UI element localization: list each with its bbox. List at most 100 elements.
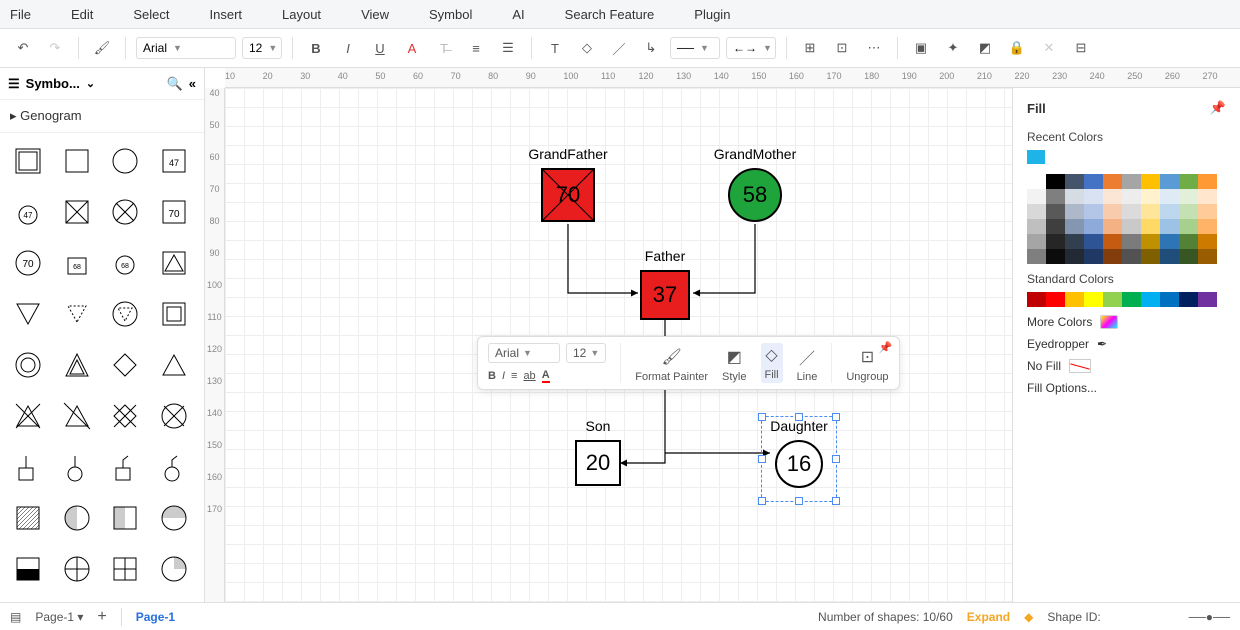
symbol[interactable] bbox=[105, 192, 145, 232]
symbol[interactable] bbox=[154, 549, 194, 589]
undo-button[interactable]: ↶ bbox=[10, 35, 36, 61]
color-swatch[interactable] bbox=[1141, 189, 1160, 204]
crop-button[interactable]: ◩ bbox=[972, 35, 998, 61]
node-grandmother[interactable]: GrandMother 58 bbox=[728, 168, 782, 222]
color-swatch[interactable] bbox=[1141, 249, 1160, 264]
frame-button[interactable]: ▣ bbox=[908, 35, 934, 61]
color-swatch[interactable] bbox=[1122, 204, 1141, 219]
format-painter-icon[interactable]: 🖌 bbox=[89, 35, 115, 61]
mini-style[interactable]: ◩Style bbox=[722, 347, 746, 383]
redo-button[interactable]: ↷ bbox=[42, 35, 68, 61]
lock-button[interactable]: 🔒 bbox=[1004, 35, 1030, 61]
color-swatch[interactable] bbox=[1046, 174, 1065, 189]
symbol[interactable] bbox=[105, 294, 145, 334]
color-swatch[interactable] bbox=[1122, 219, 1141, 234]
canvas[interactable]: GrandFather 70 GrandMother 58 Father 37 … bbox=[225, 88, 1240, 602]
mini-size-select[interactable]: 12▼ bbox=[566, 343, 606, 363]
italic-button[interactable]: I bbox=[335, 35, 361, 61]
mini-bold[interactable]: B bbox=[488, 370, 496, 382]
zoom-slider[interactable]: ──●── bbox=[1189, 610, 1230, 624]
color-swatch[interactable] bbox=[1065, 234, 1084, 249]
color-swatch[interactable] bbox=[1103, 174, 1122, 189]
menu-search[interactable]: Search Feature bbox=[565, 7, 655, 22]
color-swatch[interactable] bbox=[1084, 204, 1103, 219]
font-size-select[interactable]: 12▼ bbox=[242, 37, 282, 59]
symbol[interactable] bbox=[57, 141, 97, 181]
mini-fill[interactable]: ◇Fill bbox=[761, 343, 783, 383]
more-button[interactable]: ⋯ bbox=[861, 35, 887, 61]
color-swatch[interactable] bbox=[1027, 204, 1046, 219]
mini-fontcolor[interactable]: A bbox=[542, 369, 550, 383]
text-tool-button[interactable]: T bbox=[542, 35, 568, 61]
color-swatch[interactable] bbox=[1122, 174, 1141, 189]
color-swatch[interactable] bbox=[1103, 234, 1122, 249]
add-page-button[interactable]: + bbox=[97, 608, 106, 626]
symbol[interactable] bbox=[105, 447, 145, 487]
color-swatch[interactable] bbox=[1122, 189, 1141, 204]
color-swatch[interactable] bbox=[1179, 234, 1198, 249]
menu-insert[interactable]: Insert bbox=[210, 7, 243, 22]
color-swatch[interactable] bbox=[1160, 189, 1179, 204]
node-father[interactable]: Father 37 bbox=[640, 270, 690, 320]
symbol[interactable] bbox=[8, 447, 48, 487]
color-swatch[interactable] bbox=[1198, 204, 1217, 219]
menu-plugin[interactable]: Plugin bbox=[694, 7, 730, 22]
color-swatch[interactable] bbox=[1046, 189, 1065, 204]
color-swatch[interactable] bbox=[1027, 234, 1046, 249]
category-genogram[interactable]: ▸ Genogram bbox=[0, 100, 204, 133]
symbol[interactable]: 68 bbox=[105, 243, 145, 283]
arrow-style-select[interactable]: ←→▼ bbox=[726, 37, 776, 59]
pin-icon[interactable]: 📌 bbox=[1210, 100, 1226, 116]
color-swatch[interactable] bbox=[1122, 234, 1141, 249]
color-swatch[interactable] bbox=[1046, 219, 1065, 234]
color-swatch[interactable] bbox=[1084, 292, 1103, 307]
menu-view[interactable]: View bbox=[361, 7, 389, 22]
color-swatch[interactable] bbox=[1179, 219, 1198, 234]
symbol[interactable] bbox=[57, 396, 97, 436]
color-swatch[interactable] bbox=[1027, 292, 1046, 307]
menu-file[interactable]: File bbox=[10, 7, 31, 22]
symbol[interactable] bbox=[105, 498, 145, 538]
color-swatch[interactable] bbox=[1103, 189, 1122, 204]
font-family-select[interactable]: Arial▼ bbox=[136, 37, 236, 59]
page-tab[interactable]: Page-1 bbox=[136, 610, 175, 624]
menu-layout[interactable]: Layout bbox=[282, 7, 321, 22]
diamond-icon[interactable]: ◆ bbox=[1024, 610, 1033, 624]
color-swatch[interactable] bbox=[1065, 204, 1084, 219]
color-swatch[interactable] bbox=[1198, 249, 1217, 264]
page-select[interactable]: Page-1 ▾ bbox=[35, 610, 83, 624]
symbol[interactable]: 47 bbox=[154, 141, 194, 181]
line-tool-button[interactable]: ／ bbox=[606, 35, 632, 61]
node-son[interactable]: Son 20 bbox=[575, 440, 621, 486]
color-swatch[interactable] bbox=[1103, 204, 1122, 219]
symbol[interactable] bbox=[154, 396, 194, 436]
color-swatch[interactable] bbox=[1122, 292, 1141, 307]
color-swatch[interactable] bbox=[1065, 189, 1084, 204]
color-swatch[interactable] bbox=[1160, 204, 1179, 219]
settings-button[interactable]: ⊟ bbox=[1068, 35, 1094, 61]
recent-color-swatch[interactable] bbox=[1027, 150, 1045, 164]
line-spacing-button[interactable]: ☰ bbox=[495, 35, 521, 61]
symbol[interactable] bbox=[154, 243, 194, 283]
color-swatch[interactable] bbox=[1179, 174, 1198, 189]
eyedropper-button[interactable]: Eyedropper✒ bbox=[1027, 337, 1226, 351]
color-swatch[interactable] bbox=[1141, 204, 1160, 219]
color-swatch[interactable] bbox=[1179, 189, 1198, 204]
effects-button[interactable]: ✦ bbox=[940, 35, 966, 61]
symbol[interactable] bbox=[8, 396, 48, 436]
color-swatch[interactable] bbox=[1141, 234, 1160, 249]
color-swatch[interactable] bbox=[1141, 174, 1160, 189]
color-swatch[interactable] bbox=[1122, 249, 1141, 264]
color-swatch[interactable] bbox=[1141, 219, 1160, 234]
symbol[interactable] bbox=[57, 498, 97, 538]
color-swatch[interactable] bbox=[1046, 249, 1065, 264]
color-swatch[interactable] bbox=[1027, 219, 1046, 234]
symbol[interactable]: 68 bbox=[57, 243, 97, 283]
color-swatch[interactable] bbox=[1046, 204, 1065, 219]
mini-format-painter[interactable]: 🖌Format Painter bbox=[635, 347, 708, 383]
color-swatch[interactable] bbox=[1084, 219, 1103, 234]
color-swatch[interactable] bbox=[1160, 174, 1179, 189]
color-swatch[interactable] bbox=[1179, 292, 1198, 307]
clear-format-button[interactable]: T̶ bbox=[431, 35, 457, 61]
color-swatch[interactable] bbox=[1160, 249, 1179, 264]
